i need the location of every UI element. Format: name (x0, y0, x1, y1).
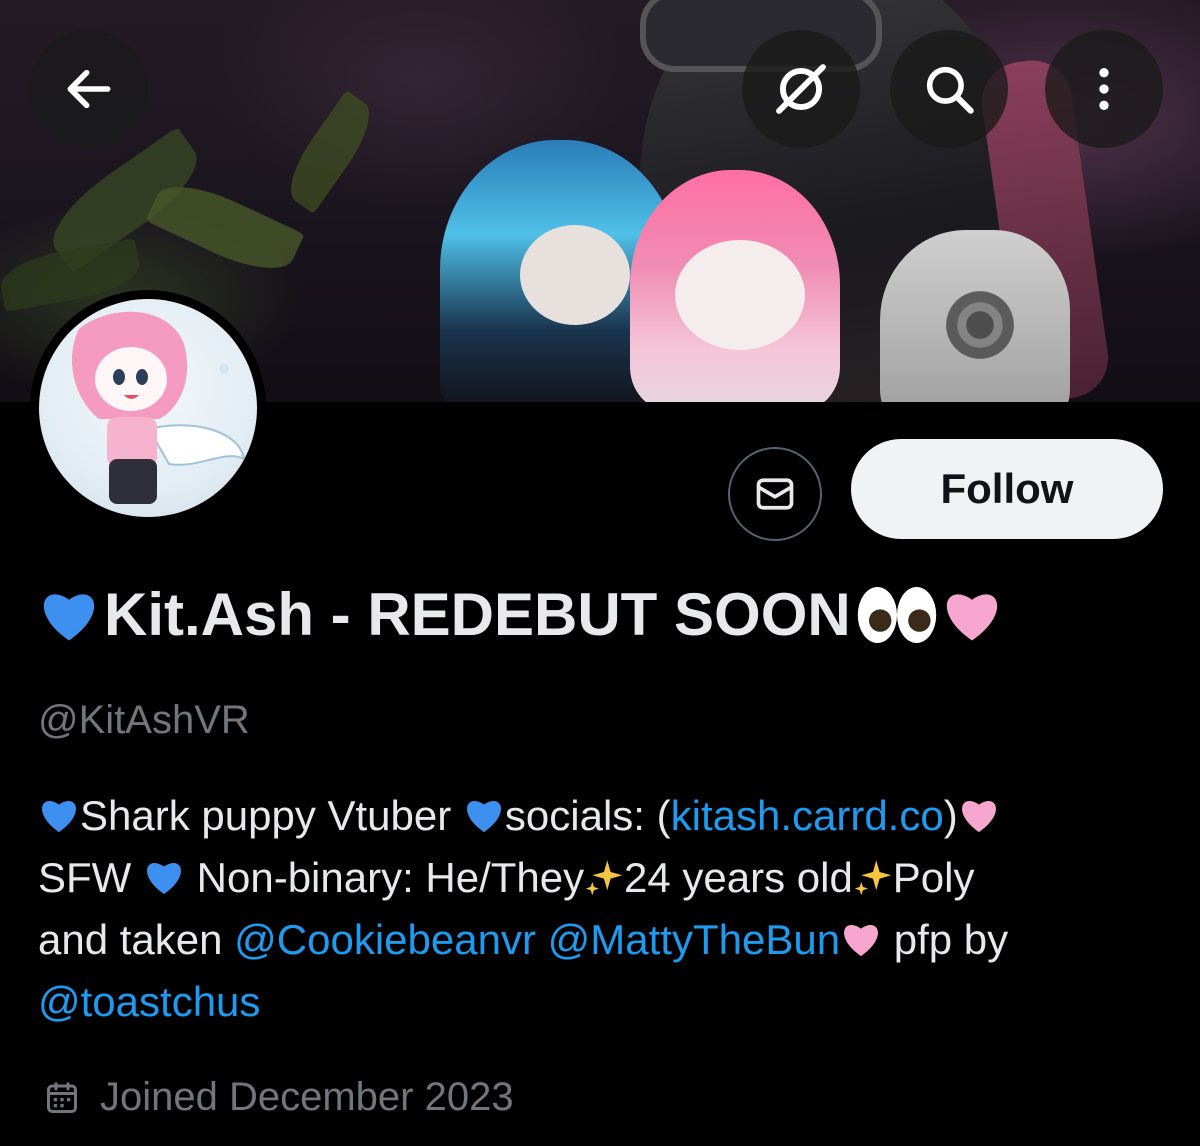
arrow-left-icon (67, 69, 111, 109)
pink-heart-icon (961, 800, 996, 832)
avatar-illustration (71, 311, 246, 504)
join-date-text: Joined December 2023 (100, 1075, 514, 1119)
bio-line: SFW Non-binary: He/They 24 years old Poly (38, 847, 1168, 909)
bio-text: SFW (38, 854, 143, 901)
calendar-icon (47, 1081, 77, 1113)
sparkles-icon (585, 860, 623, 896)
bio-text: socials: ( (504, 792, 671, 839)
sparkles-icon (854, 860, 892, 896)
pink-heart-icon (844, 924, 879, 956)
mention-link[interactable]: @MattyTheBun (548, 916, 840, 963)
bio-text: ) (943, 792, 958, 839)
display-name: Kit.Ash - REDEBUT SOON (38, 580, 1003, 649)
back-button[interactable] (30, 30, 148, 148)
blue-heart-icon (42, 800, 76, 832)
bio-text: 24 years old (624, 854, 853, 901)
avatar[interactable] (30, 290, 266, 526)
bio-text: pfp by (882, 916, 1009, 963)
search-button[interactable] (890, 30, 1008, 148)
banner-character-face (520, 225, 630, 325)
follow-button[interactable]: Follow (851, 439, 1163, 539)
message-button[interactable] (728, 447, 822, 541)
bio-line: Shark puppy Vtuber socials: (kitash.carr… (38, 785, 1168, 847)
mention-link[interactable]: @toastchus (38, 978, 260, 1025)
blue-heart-icon (147, 862, 181, 894)
website-link[interactable]: kitash.carrd.co (671, 792, 944, 839)
bio-text: Shark puppy Vtuber (80, 792, 463, 839)
banner-character-face (675, 240, 805, 350)
avatar-image (39, 299, 257, 517)
join-date: Joined December 2023 (44, 1075, 514, 1120)
bio-text: Poly (892, 854, 975, 901)
bio-line: @toastchus (38, 971, 1168, 1033)
display-name-text: Kit.Ash - REDEBUT SOON (104, 581, 851, 648)
mention-link[interactable]: @Cookiebeanvr (234, 916, 536, 963)
more-options-button[interactable] (1045, 30, 1163, 148)
pink-heart-icon (946, 593, 997, 640)
banner-plant-leaf (145, 170, 305, 285)
blue-heart-icon (43, 593, 95, 640)
profile-bio: Shark puppy Vtuber socials: (kitash.carr… (38, 785, 1168, 1033)
eyes-icon (857, 586, 936, 643)
bio-text: Non-binary: He/They (184, 854, 585, 901)
banner-tattoo (930, 270, 1030, 380)
blue-heart-icon (466, 800, 501, 832)
grok-slash-circle-icon (776, 64, 826, 114)
bio-text: and taken (38, 916, 235, 963)
grok-button[interactable] (742, 30, 860, 148)
bio-line: and taken @Cookiebeanvr @MattyTheBun pfp… (38, 909, 1168, 971)
user-handle: @KitAshVR (38, 698, 250, 742)
search-icon (926, 66, 974, 114)
banner-plant-leaf (277, 90, 383, 214)
envelope-icon (756, 478, 794, 510)
more-vertical-icon (1099, 68, 1109, 110)
